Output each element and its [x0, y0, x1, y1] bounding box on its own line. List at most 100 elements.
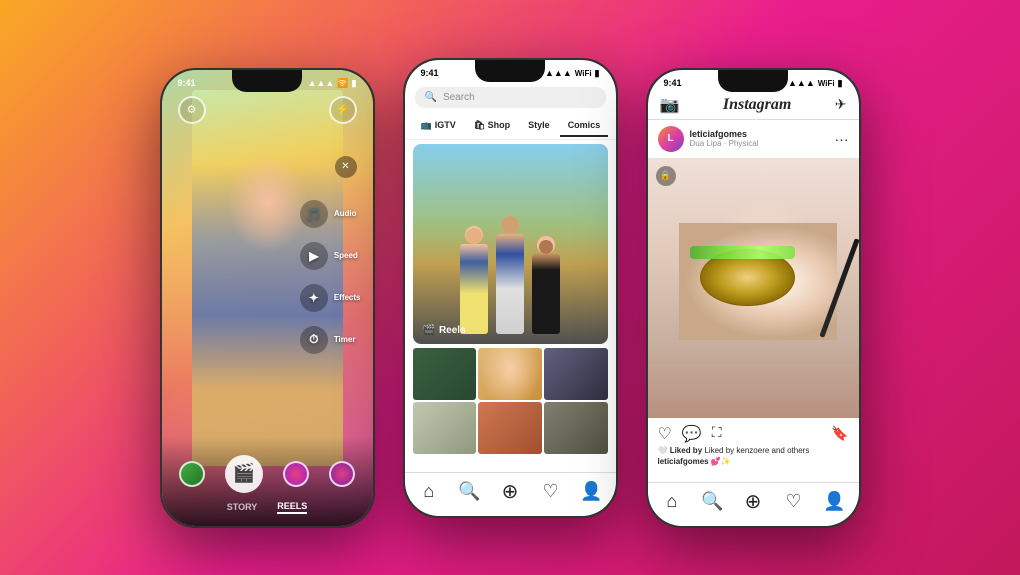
grid-item-6[interactable]	[544, 402, 608, 454]
status-bar-camera: 9:41 ▲▲▲ 🛜 ▮	[162, 78, 373, 89]
bottom-nav-explore: ⌂ 🔍 ⊕ ♡ 👤	[405, 472, 616, 516]
share-icon[interactable]: ⛶	[712, 424, 722, 444]
nav-home-feed[interactable]: ⌂	[656, 485, 688, 517]
camera-tools: 🎵 Audio ▶ Speed ✦ Effects ⏱ Timer	[300, 200, 361, 354]
liked-by-text: Liked by kenzoere and others	[704, 446, 809, 455]
close-icon[interactable]: ✕	[335, 156, 357, 178]
nav-profile[interactable]: 👤	[575, 475, 607, 507]
grid-item-2[interactable]	[478, 348, 542, 400]
settings-icon[interactable]: ⚙	[178, 96, 206, 124]
battery-icon-3: ▮	[838, 78, 843, 89]
search-icon: 🔍	[425, 92, 437, 103]
camera-controls-row: 🎬	[179, 455, 355, 493]
status-time-2: 9:41	[421, 68, 439, 78]
nav-add[interactable]: ⊕	[494, 475, 526, 507]
avatar: L	[658, 126, 684, 152]
story-tab[interactable]: STORY	[227, 502, 258, 512]
status-time: 9:41	[178, 78, 196, 89]
caption-username: leticiafgomes	[658, 457, 709, 466]
nav-heart-feed[interactable]: ♡	[778, 485, 810, 517]
explore-grid	[413, 348, 608, 454]
tab-shop[interactable]: 🛍 Shop	[466, 116, 518, 137]
lightning-icon[interactable]: ⚡	[329, 96, 357, 124]
comment-icon[interactable]: 💬	[682, 424, 702, 444]
post-header: L leticiafgomes Dua Lipa · Physical ···	[648, 120, 859, 158]
grid-item-5[interactable]	[478, 402, 542, 454]
post-username: leticiafgomes	[690, 129, 759, 139]
effects-icon: ✦	[300, 284, 328, 312]
nav-search-feed[interactable]: 🔍	[696, 485, 728, 517]
audio-icon: 🎵	[300, 200, 328, 228]
effects-tool[interactable]: ✦ Effects	[300, 284, 361, 312]
wifi-icon: 🛜	[337, 78, 348, 89]
bookmark-icon[interactable]: 🔖	[831, 425, 848, 442]
post-actions-left: ♡ 💬 ⛶	[658, 424, 722, 444]
effect-dot[interactable]	[283, 461, 309, 487]
makeup-photo	[648, 158, 859, 418]
send-icon[interactable]: ✈	[835, 96, 847, 113]
grid-item-4[interactable]	[413, 402, 477, 454]
phone-camera: 9:41 ▲▲▲ 🛜 ▮ ⚙ ⚡ ✕ 🎵 Audio ▶ Speed	[160, 68, 375, 528]
wifi-icon-2: WiFi	[575, 69, 592, 78]
audio-tool[interactable]: 🎵 Audio	[300, 200, 361, 228]
tab-igtv[interactable]: 📺IGTV	[413, 116, 464, 137]
speed-label: Speed	[334, 251, 358, 260]
reels-text: Reels	[439, 325, 466, 336]
tab-style[interactable]: Style	[520, 116, 558, 137]
post-image: 🔒	[648, 158, 859, 418]
more-options-icon[interactable]: ···	[835, 131, 849, 147]
glitter-eyeliner	[690, 246, 796, 259]
gallery-icon[interactable]	[179, 461, 205, 487]
nav-search[interactable]: 🔍	[453, 475, 485, 507]
timer-label: Timer	[334, 335, 356, 344]
post-user: L leticiafgomes Dua Lipa · Physical	[658, 126, 759, 152]
signal-icon: ▲▲▲	[308, 78, 335, 88]
tab-comics[interactable]: Comics	[560, 116, 609, 137]
nav-add-feed[interactable]: ⊕	[737, 485, 769, 517]
phone-feed: 9:41 ▲▲▲ WiFi ▮ 📷 Instagram ✈ L leticiaf…	[646, 68, 861, 528]
grid-item-1[interactable]	[413, 348, 477, 400]
head-1	[466, 228, 482, 244]
figure-3	[532, 254, 560, 334]
signal-icon-2: ▲▲▲	[545, 68, 572, 78]
grid-item-3[interactable]	[544, 348, 608, 400]
post-song: Dua Lipa · Physical	[690, 139, 759, 148]
search-placeholder: Search	[443, 92, 475, 103]
bottom-nav-feed: ⌂ 🔍 ⊕ ♡ 👤	[648, 482, 859, 526]
figure-1	[460, 244, 488, 334]
tab-tv[interactable]: TV & Movie	[610, 116, 615, 137]
reels-badge: 🎬 Reels	[423, 325, 466, 336]
camera-top-bar: ⚙ ⚡ ✕	[162, 96, 373, 124]
nav-profile-feed[interactable]: 👤	[818, 485, 850, 517]
camera-header-icon[interactable]: 📷	[660, 95, 680, 115]
status-icons-2: ▲▲▲ WiFi ▮	[545, 68, 600, 79]
figure-2	[496, 234, 524, 334]
phone-explore: 9:41 ▲▲▲ WiFi ▮ 🔍 Search 📺IGTV 🛍 Shop St…	[403, 58, 618, 518]
instagram-logo: Instagram	[723, 96, 791, 114]
post-likes: 🤍 Liked by Liked by kenzoere and others	[648, 446, 859, 457]
reels-tab[interactable]: REELS	[277, 501, 307, 514]
status-icons-3: ▲▲▲ WiFi ▮	[788, 78, 843, 89]
status-icons: ▲▲▲ 🛜 ▮	[308, 78, 357, 89]
speed-icon: ▶	[300, 242, 328, 270]
shop-icon: 🛍	[474, 120, 485, 130]
head-2	[501, 216, 519, 234]
head-3	[539, 240, 553, 254]
color-dot[interactable]	[329, 461, 355, 487]
audio-label: Audio	[334, 209, 357, 218]
nav-home[interactable]: ⌂	[413, 475, 445, 507]
status-bar-explore: 9:41 ▲▲▲ WiFi ▮	[405, 60, 616, 81]
camera-bottom-bar: 🎬 STORY REELS	[162, 436, 373, 526]
nav-heart[interactable]: ♡	[535, 475, 567, 507]
search-bar[interactable]: 🔍 Search	[415, 87, 606, 108]
status-bar-feed: 9:41 ▲▲▲ WiFi ▮	[648, 70, 859, 91]
explore-tabs: 📺IGTV 🛍 Shop Style Comics TV & Movie	[405, 114, 616, 140]
shutter-button[interactable]: 🎬	[225, 455, 263, 493]
speed-tool[interactable]: ▶ Speed	[300, 242, 361, 270]
battery-icon: ▮	[352, 78, 357, 89]
lock-icon: 🔒	[656, 166, 676, 186]
like-icon[interactable]: ♡	[658, 424, 672, 444]
timer-tool[interactable]: ⏱ Timer	[300, 326, 361, 354]
wifi-icon-3: WiFi	[818, 79, 835, 88]
igtv-icon: 📺	[421, 120, 432, 131]
